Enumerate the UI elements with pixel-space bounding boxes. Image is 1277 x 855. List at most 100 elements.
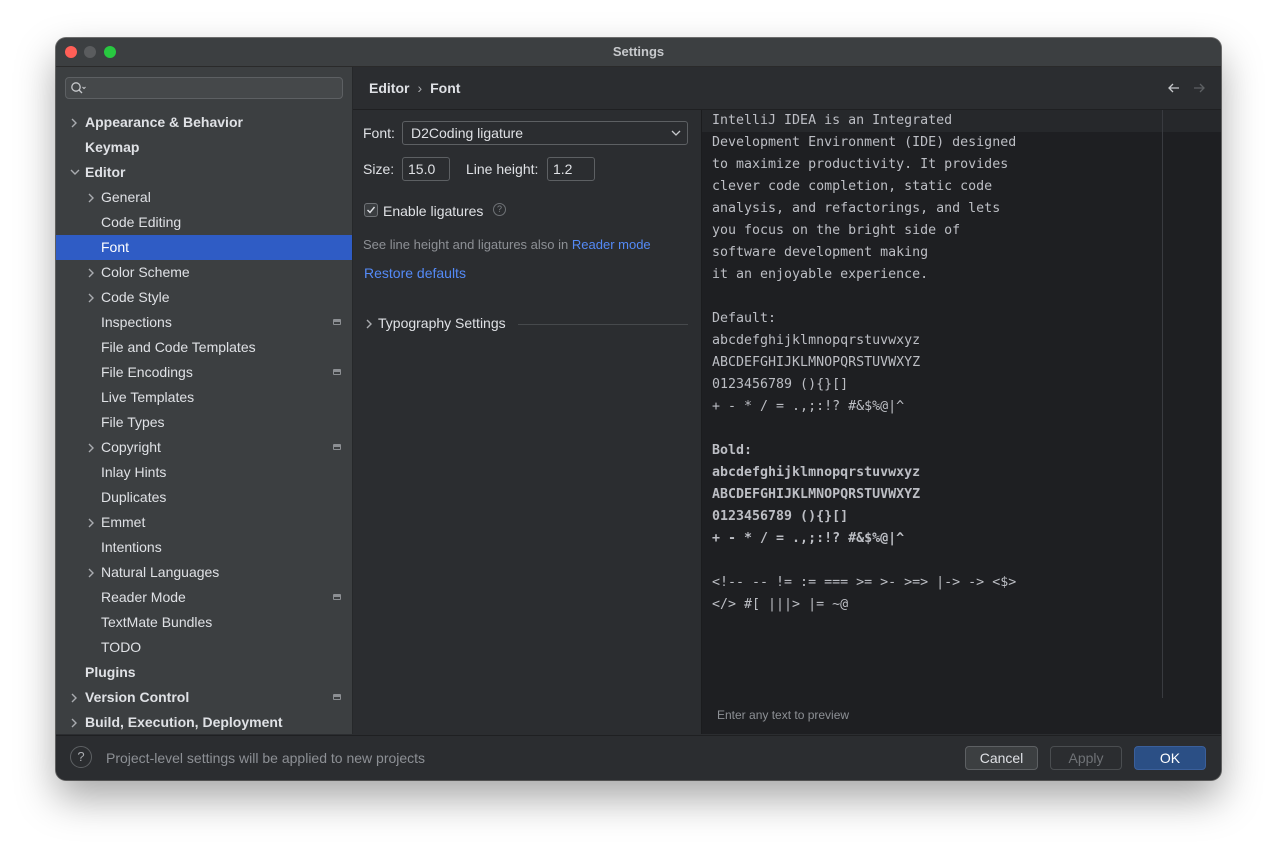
preview-text: + - * / = .,;:!? #&$%@|^ (712, 531, 905, 546)
preview-line: + - * / = .,;:!? #&$%@|^ (712, 528, 904, 550)
sidebar-item-reader-mode[interactable]: Reader Mode (56, 585, 352, 610)
chevron-right-icon (87, 435, 97, 460)
preview-hint: Enter any text to preview (717, 708, 850, 722)
sidebar-item-label: TextMate Bundles (101, 614, 213, 630)
back-arrow-icon[interactable] (1166, 80, 1182, 96)
sidebar-item-code-style[interactable]: Code Style (56, 285, 352, 310)
help-icon[interactable]: ? (493, 203, 506, 216)
chevron-down-icon (70, 160, 80, 185)
section-divider (518, 324, 688, 325)
sidebar-item-label: Reader Mode (101, 589, 186, 605)
sidebar-item-color-scheme[interactable]: Color Scheme (56, 260, 352, 285)
ok-button[interactable]: OK (1134, 746, 1206, 770)
enable-ligatures-checkbox[interactable] (364, 203, 378, 217)
sidebar-item-general[interactable]: General (56, 185, 352, 210)
sidebar-item-label: General (101, 189, 151, 205)
font-family-select[interactable]: D2Coding ligature (402, 121, 688, 145)
chevron-right-icon (87, 560, 97, 585)
settings-sidebar: Appearance & Behavior Keymap Editor Gene… (56, 67, 353, 734)
preview-line: it an enjoyable experience. (712, 264, 928, 286)
font-preview-editor[interactable]: IntelliJ IDEA is an Integrated Developme… (701, 110, 1221, 734)
sidebar-item-label: Natural Languages (101, 564, 220, 580)
sidebar-item-label: Keymap (85, 139, 140, 155)
project-scope-icon (333, 694, 341, 700)
sidebar-item-label: Version Control (85, 689, 190, 705)
sidebar-item-copyright[interactable]: Copyright (56, 435, 352, 460)
preview-line: </> #[ |||> |= ~@ (712, 594, 848, 616)
breadcrumb-editor[interactable]: Editor (369, 80, 409, 96)
preview-text: analysis, and refactorings, and lets (712, 201, 1001, 216)
sidebar-item-file-types[interactable]: File Types (56, 410, 352, 435)
sidebar-item-intentions[interactable]: Intentions (56, 535, 352, 560)
preview-line: IntelliJ IDEA is an Integrated (712, 110, 952, 132)
font-settings-form: Font: D2Coding ligature Size: 15.0 Line … (353, 110, 700, 734)
preview-line: abcdefghijklmnopqrstuvwxyz (712, 462, 920, 484)
preview-line: abcdefghijklmnopqrstuvwxyz (712, 330, 920, 352)
right-margin-guide (1162, 110, 1163, 698)
settings-search-input[interactable] (65, 77, 343, 99)
sidebar-item-editor[interactable]: Editor (56, 160, 352, 185)
preview-text: + - * / = .,;:!? #&$%@|^ (712, 399, 905, 414)
window-title: Settings (612, 44, 665, 59)
preview-text: IntelliJ IDEA is an Integrated (712, 113, 953, 128)
sidebar-item-file-code-templates[interactable]: File and Code Templates (56, 335, 352, 360)
sidebar-item-label: Editor (85, 164, 126, 180)
sidebar-item-label: Inspections (101, 314, 172, 330)
preview-text: abcdefghijklmnopqrstuvwxyz (712, 465, 921, 480)
project-scope-icon (333, 594, 341, 600)
font-family-value: D2Coding ligature (411, 125, 524, 141)
sidebar-item-appearance-behavior[interactable]: Appearance & Behavior (56, 110, 352, 135)
enable-ligatures-label[interactable]: Enable ligatures (383, 203, 483, 219)
preview-text: <!-- -- != := === >= >- >=> |-> -> <$> (712, 575, 1017, 590)
sidebar-item-inlay-hints[interactable]: Inlay Hints (56, 460, 352, 485)
sidebar-item-inspections[interactable]: Inspections (56, 310, 352, 335)
preview-text: to maximize productivity. It provides (712, 157, 1009, 172)
preview-line: Default: (712, 308, 776, 330)
settings-window: Settings Appearance & Behavior Keymap Ed… (56, 38, 1221, 780)
chevron-right-icon (366, 319, 372, 329)
sidebar-item-font[interactable]: Font (56, 235, 352, 260)
preview-text: 0123456789 (){}[] (712, 509, 849, 524)
apply-button[interactable]: Apply (1050, 746, 1122, 770)
preview-text: Development Environment (IDE) designed (712, 135, 1017, 150)
sidebar-item-plugins[interactable]: Plugins (56, 660, 352, 685)
search-icon (71, 82, 86, 94)
content-header: Editor › Font (353, 67, 1221, 110)
sidebar-item-live-templates[interactable]: Live Templates (56, 385, 352, 410)
sidebar-item-label: Plugins (85, 664, 136, 680)
sidebar-item-version-control[interactable]: Version Control (56, 685, 352, 710)
sidebar-item-label: Code Editing (101, 214, 182, 230)
sidebar-item-textmate-bundles[interactable]: TextMate Bundles (56, 610, 352, 635)
sidebar-item-code-editing[interactable]: Code Editing (56, 210, 352, 235)
chevron-right-icon (87, 185, 97, 210)
checkmark-icon (367, 206, 376, 214)
sidebar-item-todo[interactable]: TODO (56, 635, 352, 660)
reader-mode-hint: See line height and ligatures also in Re… (363, 237, 651, 252)
cancel-button[interactable]: Cancel (965, 746, 1038, 770)
sidebar-item-keymap[interactable]: Keymap (56, 135, 352, 160)
sidebar-item-build-execution-deployment[interactable]: Build, Execution, Deployment (56, 710, 352, 735)
preview-line: software development making (712, 242, 928, 264)
typography-settings-toggle[interactable]: Typography Settings (363, 314, 688, 334)
reader-mode-link[interactable]: Reader mode (572, 237, 651, 252)
sidebar-item-label: Duplicates (101, 489, 167, 505)
sidebar-item-file-encodings[interactable]: File Encodings (56, 360, 352, 385)
help-button[interactable]: ? (70, 746, 92, 768)
preview-line: ABCDEFGHIJKLMNOPQRSTUVWXYZ (712, 484, 920, 506)
project-level-info: Project-level settings will be applied t… (106, 750, 426, 766)
font-size-input[interactable]: 15.0 (402, 157, 450, 181)
preview-text: ABCDEFGHIJKLMNOPQRSTUVWXYZ (712, 355, 921, 370)
sidebar-item-emmet[interactable]: Emmet (56, 510, 352, 535)
size-label: Size: (363, 161, 395, 177)
chevron-right-icon (87, 510, 97, 535)
preview-line: clever code completion, static code (712, 176, 992, 198)
sidebar-item-duplicates[interactable]: Duplicates (56, 485, 352, 510)
forward-arrow-icon[interactable] (1191, 80, 1207, 96)
chevron-right-icon (70, 110, 80, 135)
sidebar-item-natural-languages[interactable]: Natural Languages (56, 560, 352, 585)
restore-defaults-link[interactable]: Restore defaults (364, 265, 466, 281)
preview-line: you focus on the bright side of (712, 220, 960, 242)
preview-text: software development making (712, 245, 929, 260)
preview-text: </> #[ |||> |= ~@ (712, 597, 849, 612)
line-height-input[interactable]: 1.2 (547, 157, 595, 181)
